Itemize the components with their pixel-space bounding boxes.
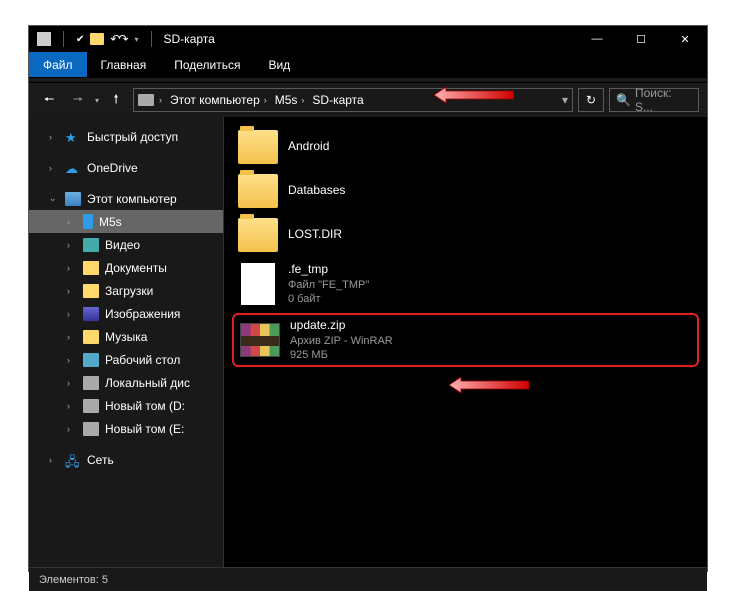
- drive-icon: [138, 94, 154, 106]
- tab-home[interactable]: Главная: [87, 52, 161, 77]
- sidebar-item-new-vol-d[interactable]: ›Новый том (D:: [29, 394, 223, 417]
- archive-icon: [240, 323, 280, 357]
- sidebar-item-new-vol-e[interactable]: ›Новый том (E:: [29, 417, 223, 440]
- address-row: 🠔 🠖 ▾ 🠕 › Этот компьютер› M5s› SD-карта …: [29, 83, 707, 117]
- nav-up-button[interactable]: 🠕: [104, 88, 128, 112]
- undo-redo-icon[interactable]: ↶↷: [110, 32, 126, 46]
- breadcrumb-chevron[interactable]: ›: [156, 95, 165, 105]
- sidebar-item-quick-access[interactable]: ›★Быстрый доступ: [29, 125, 223, 148]
- sidebar-item-music[interactable]: ›Музыка: [29, 325, 223, 348]
- cloud-icon: ☁: [65, 161, 81, 175]
- close-button[interactable]: ✕: [663, 26, 707, 52]
- folder-icon: [83, 353, 99, 367]
- address-dropdown-icon[interactable]: ▾: [562, 93, 568, 107]
- sidebar-item-downloads[interactable]: ›Загрузки: [29, 279, 223, 302]
- breadcrumb-m5s[interactable]: M5s›: [272, 93, 308, 107]
- star-icon: ★: [65, 130, 81, 144]
- drive-icon: [83, 422, 99, 436]
- qat-folder-icon[interactable]: [90, 33, 104, 45]
- folder-icon: [238, 130, 278, 164]
- sidebar-item-onedrive[interactable]: ›☁OneDrive: [29, 156, 223, 179]
- folder-icon: [238, 174, 278, 208]
- sidebar-item-this-pc[interactable]: ⌄Этот компьютер: [29, 187, 223, 210]
- search-placeholder: Поиск: S...: [635, 86, 692, 114]
- folder-icon: [83, 284, 99, 298]
- folder-android[interactable]: Android: [232, 127, 699, 167]
- maximize-button[interactable]: ☐: [619, 26, 663, 52]
- annotation-arrow: [449, 375, 529, 395]
- network-icon: 🖧: [65, 453, 81, 467]
- ribbon-tabs: Файл Главная Поделиться Вид: [29, 52, 707, 78]
- tab-file[interactable]: Файл: [29, 52, 87, 77]
- window-title: SD-карта: [164, 32, 215, 46]
- sidebar-item-network[interactable]: ›🖧Сеть: [29, 448, 223, 471]
- folder-lostdir[interactable]: LOST.DIR: [232, 215, 699, 255]
- status-elements-label: Элементов:: [39, 574, 99, 586]
- highlight-box: update.zip Архив ZIP - WinRAR 925 МБ: [232, 313, 699, 367]
- nav-forward-button[interactable]: 🠖: [66, 88, 90, 112]
- address-bar[interactable]: › Этот компьютер› M5s› SD-карта ▾: [133, 88, 573, 112]
- navigation-pane: ›★Быстрый доступ ›☁OneDrive ⌄Этот компью…: [29, 117, 224, 567]
- sidebar-item-documents[interactable]: ›Документы: [29, 256, 223, 279]
- folder-databases[interactable]: Databases: [232, 171, 699, 211]
- breadcrumb-sd[interactable]: SD-карта: [309, 93, 366, 107]
- file-list: Android Databases LOST.DIR .fe_tmp Файл …: [224, 117, 707, 567]
- status-bar: Элементов: 5: [29, 567, 707, 591]
- folder-icon: [83, 330, 99, 344]
- pc-icon: [65, 192, 81, 206]
- nav-history-dropdown[interactable]: ▾: [95, 96, 99, 105]
- folder-icon: [83, 261, 99, 275]
- folder-icon: [238, 218, 278, 252]
- drive-icon: [83, 376, 99, 390]
- sidebar-item-pictures[interactable]: ›Изображения: [29, 302, 223, 325]
- breadcrumb-pc[interactable]: Этот компьютер›: [167, 93, 270, 107]
- sidebar-item-video[interactable]: ›Видео: [29, 233, 223, 256]
- file-icon: [241, 263, 275, 305]
- app-icon: [37, 32, 51, 46]
- folder-icon: [83, 238, 99, 252]
- minimize-button[interactable]: —: [575, 26, 619, 52]
- file-fetmp[interactable]: .fe_tmp Файл "FE_TMP" 0 байт: [232, 259, 699, 309]
- refresh-button[interactable]: ↻: [578, 88, 604, 112]
- search-input[interactable]: 🔍 Поиск: S...: [609, 88, 699, 112]
- search-icon: 🔍: [616, 93, 631, 107]
- qat-check-icon[interactable]: ✔: [76, 34, 84, 45]
- pictures-icon: [83, 307, 99, 321]
- sidebar-item-local-disk[interactable]: ›Локальный дис: [29, 371, 223, 394]
- phone-icon: [83, 214, 93, 229]
- sidebar-item-m5s[interactable]: ›M5s: [29, 210, 223, 233]
- title-bar: ✔ ↶↷ ▾ SD-карта — ☐ ✕: [29, 26, 707, 52]
- status-elements-count: 5: [102, 574, 108, 586]
- drive-icon: [83, 399, 99, 413]
- nav-back-button[interactable]: 🠔: [37, 88, 61, 112]
- sidebar-item-desktop[interactable]: ›Рабочий стол: [29, 348, 223, 371]
- file-update-zip[interactable]: update.zip Архив ZIP - WinRAR 925 МБ: [238, 318, 693, 362]
- tab-share[interactable]: Поделиться: [160, 52, 254, 77]
- qat-dropdown-icon[interactable]: ▾: [135, 35, 139, 44]
- tab-view[interactable]: Вид: [254, 52, 304, 77]
